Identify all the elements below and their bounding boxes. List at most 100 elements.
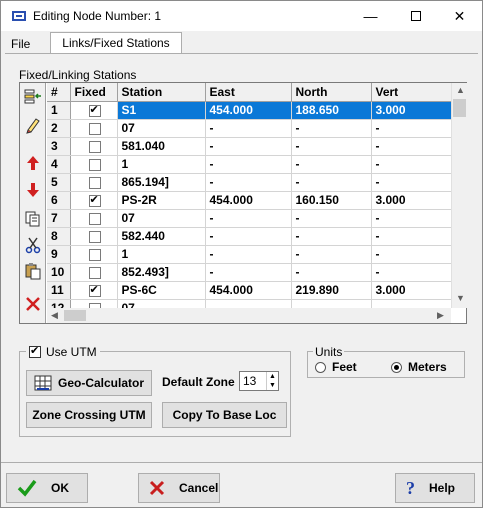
fixed-cell[interactable] bbox=[70, 299, 118, 308]
feet-radio-icon[interactable] bbox=[315, 361, 326, 373]
vert-cell[interactable]: - bbox=[371, 155, 451, 174]
station-cell[interactable]: PS-2R bbox=[117, 191, 206, 210]
tab-links-fixed-stations[interactable]: Links/Fixed Stations bbox=[50, 32, 182, 54]
fixed-checkbox[interactable] bbox=[88, 248, 101, 261]
scroll-left-icon[interactable]: ◀ bbox=[51, 310, 58, 321]
table-row[interactable]: 6 PS-2R454.000160.1503.000 bbox=[47, 191, 451, 210]
table-row[interactable]: 11 PS-6C454.000219.8903.000 bbox=[47, 281, 451, 300]
station-cell[interactable]: 852.493] bbox=[117, 263, 206, 282]
zone-crossing-utm-button[interactable]: Zone Crossing UTM bbox=[26, 402, 152, 428]
fixed-checkbox[interactable] bbox=[88, 193, 101, 207]
move-up-button[interactable] bbox=[23, 153, 43, 173]
row-number[interactable]: 4 bbox=[47, 155, 71, 174]
east-cell[interactable]: 454.000 bbox=[205, 281, 292, 300]
fixed-checkbox[interactable] bbox=[88, 212, 101, 225]
east-cell[interactable]: - bbox=[205, 155, 292, 174]
units-meters-radio[interactable]: Meters bbox=[391, 360, 447, 374]
row-number[interactable]: 5 bbox=[47, 173, 71, 192]
north-cell[interactable]: - bbox=[291, 263, 372, 282]
fixed-cell[interactable] bbox=[70, 119, 118, 138]
north-cell[interactable]: 188.650 bbox=[291, 101, 372, 120]
row-number[interactable]: 10 bbox=[47, 263, 71, 282]
vert-cell[interactable]: 3.000 bbox=[371, 191, 451, 210]
station-cell[interactable]: 582.440 bbox=[117, 227, 206, 246]
fixed-cell[interactable] bbox=[70, 155, 118, 174]
maximize-button[interactable] bbox=[393, 1, 438, 31]
east-cell[interactable]: - bbox=[205, 227, 292, 246]
col-header-north[interactable]: North bbox=[291, 83, 372, 102]
station-cell[interactable]: 1 bbox=[117, 155, 206, 174]
north-cell[interactable]: - bbox=[291, 173, 372, 192]
meters-radio-icon[interactable] bbox=[391, 361, 402, 373]
default-zone-value[interactable]: 13 bbox=[243, 374, 256, 388]
insert-row-button[interactable] bbox=[23, 87, 43, 107]
col-header-east[interactable]: East bbox=[205, 83, 292, 102]
col-header-station[interactable]: Station bbox=[117, 83, 206, 102]
table-row[interactable]: 10 852.493] - - - bbox=[47, 263, 451, 282]
row-number[interactable]: 6 bbox=[47, 191, 71, 210]
vertical-scroll-thumb[interactable] bbox=[453, 99, 466, 117]
station-cell[interactable]: PS-6C bbox=[117, 281, 206, 300]
station-cell[interactable]: 07 bbox=[117, 299, 206, 308]
north-cell[interactable]: - bbox=[291, 227, 372, 246]
row-number[interactable]: 12 bbox=[47, 299, 71, 308]
fixed-checkbox[interactable] bbox=[88, 122, 101, 135]
table-row[interactable]: 41--- bbox=[47, 155, 451, 174]
table-row[interactable]: 5 865.194] - - - bbox=[47, 173, 451, 192]
vert-cell[interactable]: - bbox=[371, 263, 451, 282]
ok-button[interactable]: OK bbox=[6, 473, 88, 503]
fixed-cell[interactable] bbox=[70, 245, 118, 264]
east-cell[interactable]: - bbox=[205, 209, 292, 228]
north-cell[interactable] bbox=[291, 299, 372, 308]
north-cell[interactable]: - bbox=[291, 119, 372, 138]
fixed-cell[interactable] bbox=[70, 209, 118, 228]
geo-calculator-button[interactable]: Geo-Calculator bbox=[26, 370, 152, 396]
fixed-checkbox[interactable] bbox=[88, 283, 101, 297]
vert-cell[interactable]: 3.000 bbox=[371, 101, 451, 120]
horizontal-scrollbar[interactable]: ◀ ▶ bbox=[47, 308, 451, 323]
east-cell[interactable]: - bbox=[205, 263, 292, 282]
fixed-cell[interactable] bbox=[70, 101, 118, 120]
vert-cell[interactable]: - bbox=[371, 173, 451, 192]
station-cell[interactable]: 1 bbox=[117, 245, 206, 264]
fixed-cell[interactable] bbox=[70, 173, 118, 192]
copy-button[interactable] bbox=[23, 209, 43, 229]
spin-down-icon[interactable]: ▼ bbox=[267, 381, 278, 390]
scroll-up-icon[interactable]: ▲ bbox=[456, 85, 465, 95]
east-cell[interactable]: 454.000 bbox=[205, 191, 292, 210]
row-number[interactable]: 7 bbox=[47, 209, 71, 228]
copy-to-base-loc-button[interactable]: Copy To Base Loc bbox=[162, 402, 287, 428]
row-number[interactable]: 2 bbox=[47, 119, 71, 138]
east-cell[interactable] bbox=[205, 299, 292, 308]
station-cell[interactable]: 865.194] bbox=[117, 173, 206, 192]
east-cell[interactable]: - bbox=[205, 119, 292, 138]
spin-up-icon[interactable]: ▲ bbox=[267, 372, 278, 381]
units-feet-radio[interactable]: Feet bbox=[315, 360, 357, 374]
table-row[interactable]: 2 07- - - bbox=[47, 119, 451, 138]
help-button[interactable]: ? Help bbox=[395, 473, 475, 503]
vert-cell[interactable]: - bbox=[371, 227, 451, 246]
table-row[interactable]: 8 582.440- - - bbox=[47, 227, 451, 246]
close-button[interactable]: ✕ bbox=[437, 1, 482, 31]
scroll-down-icon[interactable]: ▼ bbox=[456, 293, 465, 303]
use-utm-check-icon[interactable] bbox=[29, 344, 41, 358]
vert-cell[interactable]: - bbox=[371, 209, 451, 228]
row-number[interactable]: 11 bbox=[47, 281, 71, 300]
fixed-checkbox[interactable] bbox=[88, 103, 101, 117]
vertical-scrollbar[interactable]: ▲ ▼ bbox=[451, 83, 467, 308]
north-cell[interactable]: - bbox=[291, 155, 372, 174]
edit-row-button[interactable] bbox=[23, 115, 43, 135]
default-zone-spinner[interactable]: 13 ▲ ▼ bbox=[239, 371, 279, 391]
table-row[interactable]: 7 07- - - bbox=[47, 209, 451, 228]
station-cell[interactable]: 581.040 bbox=[117, 137, 206, 156]
spinner-buttons[interactable]: ▲ ▼ bbox=[266, 372, 278, 390]
north-cell[interactable]: - bbox=[291, 137, 372, 156]
east-cell[interactable]: - bbox=[205, 137, 292, 156]
fixed-cell[interactable] bbox=[70, 263, 118, 282]
fixed-checkbox[interactable] bbox=[88, 158, 101, 171]
paste-button[interactable] bbox=[23, 261, 43, 281]
east-cell[interactable]: - bbox=[205, 173, 292, 192]
vert-cell[interactable]: 3.000 bbox=[371, 281, 451, 300]
vert-cell[interactable]: - bbox=[371, 137, 451, 156]
station-cell[interactable]: 07 bbox=[117, 209, 206, 228]
